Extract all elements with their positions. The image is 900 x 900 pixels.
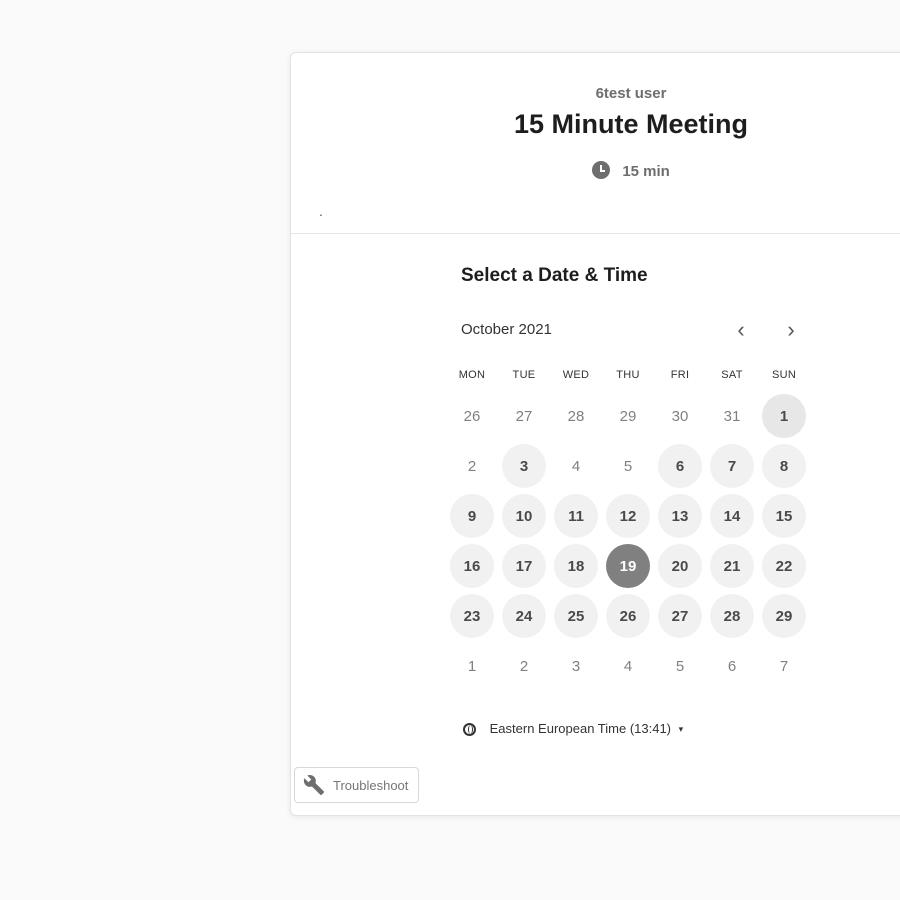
calendar-day[interactable]: 15 [762,494,806,538]
troubleshoot-button[interactable]: Troubleshoot [294,767,420,803]
calendar-day[interactable]: 3 [502,444,546,488]
clock-icon [592,161,611,179]
weekday-label: THU [616,369,640,381]
calendar-day[interactable]: 22 [762,544,806,588]
calendar-day[interactable]: 13 [658,494,702,538]
troubleshoot-label: Troubleshoot [333,777,409,793]
calendar-day: 5 [623,457,633,475]
calendar-day: 29 [619,407,637,425]
prev-month-icon[interactable]: ‹ [729,319,753,343]
calendar-day[interactable]: 17 [502,544,546,588]
selected-day[interactable]: 19 [606,544,650,588]
weekday-label: SUN [771,369,797,381]
calendar-day[interactable]: 8 [762,444,806,488]
month-label: October 2021 [461,321,552,338]
calendar-day[interactable]: 23 [450,594,494,638]
caret-down-icon: ▾ [678,724,684,734]
calendar-day[interactable]: 9 [450,494,494,538]
calendar-day[interactable]: 12 [606,494,650,538]
section-title: Select a Date & Time [461,265,648,286]
event-description: . [319,203,323,219]
timezone-selector[interactable]: Eastern European Time (13:41) ▾ [463,721,683,736]
booking-card: 6test user 15 Minute Meeting 15 min . Se… [290,52,900,816]
calendar-day: 1 [467,657,477,675]
month-navigation: October 2021 ‹ › [461,319,811,343]
calendar-day[interactable]: 20 [658,544,702,588]
duration-info: 15 min [291,161,900,180]
calendar-day[interactable]: 14 [710,494,754,538]
calendar-day[interactable]: 18 [554,544,598,588]
weekday-label: TUE [512,369,536,381]
calendar-day: 28 [567,407,585,425]
calendar-day[interactable]: 6 [658,444,702,488]
calendar-grid: 26 27 28 29 30 31 1 2 3 4 5 6 7 8 9 10 11 12 13 14 15 16 17 18 1… [446,391,810,691]
timezone-label: Eastern European Time (13:41) [489,721,672,736]
next-month-icon[interactable]: › [779,319,803,343]
calendar-day: 31 [723,407,741,425]
event-title: 15 Minute Meeting [513,109,749,139]
weekday-label: SAT [721,369,743,381]
calendar-day[interactable]: 11 [554,494,598,538]
weekday-label: WED [562,369,590,381]
calendar-day[interactable]: 21 [710,544,754,588]
calendar-day[interactable]: 26 [606,594,650,638]
globe-icon [463,723,476,736]
calendar-day[interactable]: 27 [658,594,702,638]
calendar-day: 2 [467,457,477,475]
calendar-day: 3 [571,657,581,675]
calendar-day: 5 [675,657,685,675]
calendar-day: 4 [571,457,581,475]
calendar-day: 26 [463,407,481,425]
calendar-day: 4 [623,657,633,675]
calendar-day: 6 [727,657,737,675]
event-header: 6test user 15 Minute Meeting 15 min . [291,53,900,234]
weekday-header: MON TUE WED THU FRI SAT SUN [446,369,810,381]
calendar-day[interactable]: 10 [502,494,546,538]
calendar-day: 27 [515,407,533,425]
calendar-day: 7 [779,657,789,675]
calendar-day[interactable]: 28 [710,594,754,638]
calendar-day[interactable]: 24 [502,594,546,638]
calendar-day: 30 [671,407,689,425]
duration-label: 15 min [622,163,670,180]
weekday-label: MON [458,369,486,381]
calendar-day: 2 [519,657,529,675]
calendar-day[interactable]: 1 [762,394,806,438]
owner-name: 6test user [595,85,667,102]
calendar-day[interactable]: 29 [762,594,806,638]
calendar-day[interactable]: 25 [554,594,598,638]
wrench-icon [303,775,325,796]
weekday-label: FRI [670,369,690,381]
calendar-day[interactable]: 16 [450,544,494,588]
calendar-day[interactable]: 7 [710,444,754,488]
